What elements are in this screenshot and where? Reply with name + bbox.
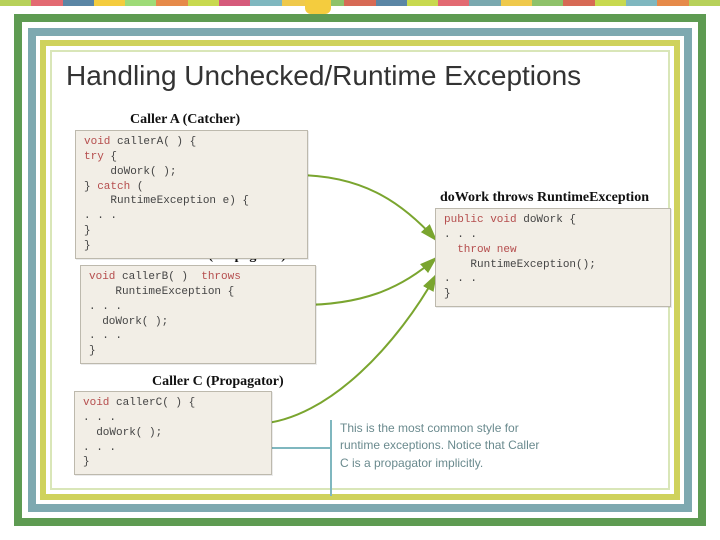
- code-text: doWork( );: [89, 316, 168, 328]
- note-text: This is the most common style for runtim…: [340, 420, 540, 472]
- kw: throw new: [444, 244, 517, 256]
- code-text: }: [84, 181, 97, 193]
- code-text: RuntimeException();: [444, 259, 596, 271]
- code-text: (: [130, 181, 143, 193]
- kw: void: [89, 271, 115, 283]
- code-text: . . .: [444, 273, 477, 285]
- kw: catch: [97, 181, 130, 193]
- code-text: . . .: [444, 229, 477, 241]
- slide-title: Handling Unchecked/Runtime Exceptions: [66, 60, 660, 92]
- code-text: RuntimeException e) {: [84, 195, 249, 207]
- code-text: }: [83, 456, 90, 468]
- code-box-caller-c: void callerC( ) { . . . doWork( ); . . .…: [74, 391, 272, 475]
- code-text: {: [104, 151, 117, 163]
- code-text: . . .: [83, 442, 116, 454]
- kw: public void: [444, 214, 517, 226]
- yellow-tab: [305, 0, 331, 14]
- code-box-caller-b: void callerB( ) throws RuntimeException …: [80, 265, 316, 364]
- code-box-caller-a: void callerA( ) { try { doWork( ); } cat…: [75, 130, 308, 259]
- code-text: }: [89, 345, 96, 357]
- code-text: doWork {: [517, 214, 576, 226]
- code-text: callerA( ) {: [110, 136, 196, 148]
- code-text: . . .: [84, 210, 117, 222]
- code-text: callerB( ): [115, 271, 201, 283]
- header-caller-c: Caller C (Propagator): [152, 374, 284, 390]
- kw: try: [84, 151, 104, 163]
- code-text: }: [84, 225, 91, 237]
- code-text: . . .: [89, 330, 122, 342]
- kw: void: [83, 397, 109, 409]
- kw: void: [84, 136, 110, 148]
- top-color-bar: [0, 0, 720, 6]
- code-text: . . .: [89, 301, 122, 313]
- code-text: RuntimeException {: [89, 286, 234, 298]
- code-text: doWork( );: [83, 427, 162, 439]
- code-box-dowork: public void doWork { . . . throw new Run…: [435, 208, 671, 307]
- code-text: }: [444, 288, 451, 300]
- note-bar: [330, 420, 332, 496]
- header-dowork: doWork throws RuntimeException: [440, 190, 649, 206]
- kw: throws: [201, 271, 241, 283]
- code-text: . . .: [83, 412, 116, 424]
- code-text: }: [84, 240, 91, 252]
- code-text: callerC( ) {: [109, 397, 195, 409]
- code-text: doWork( );: [84, 166, 176, 178]
- header-caller-a: Caller A (Catcher): [130, 112, 240, 128]
